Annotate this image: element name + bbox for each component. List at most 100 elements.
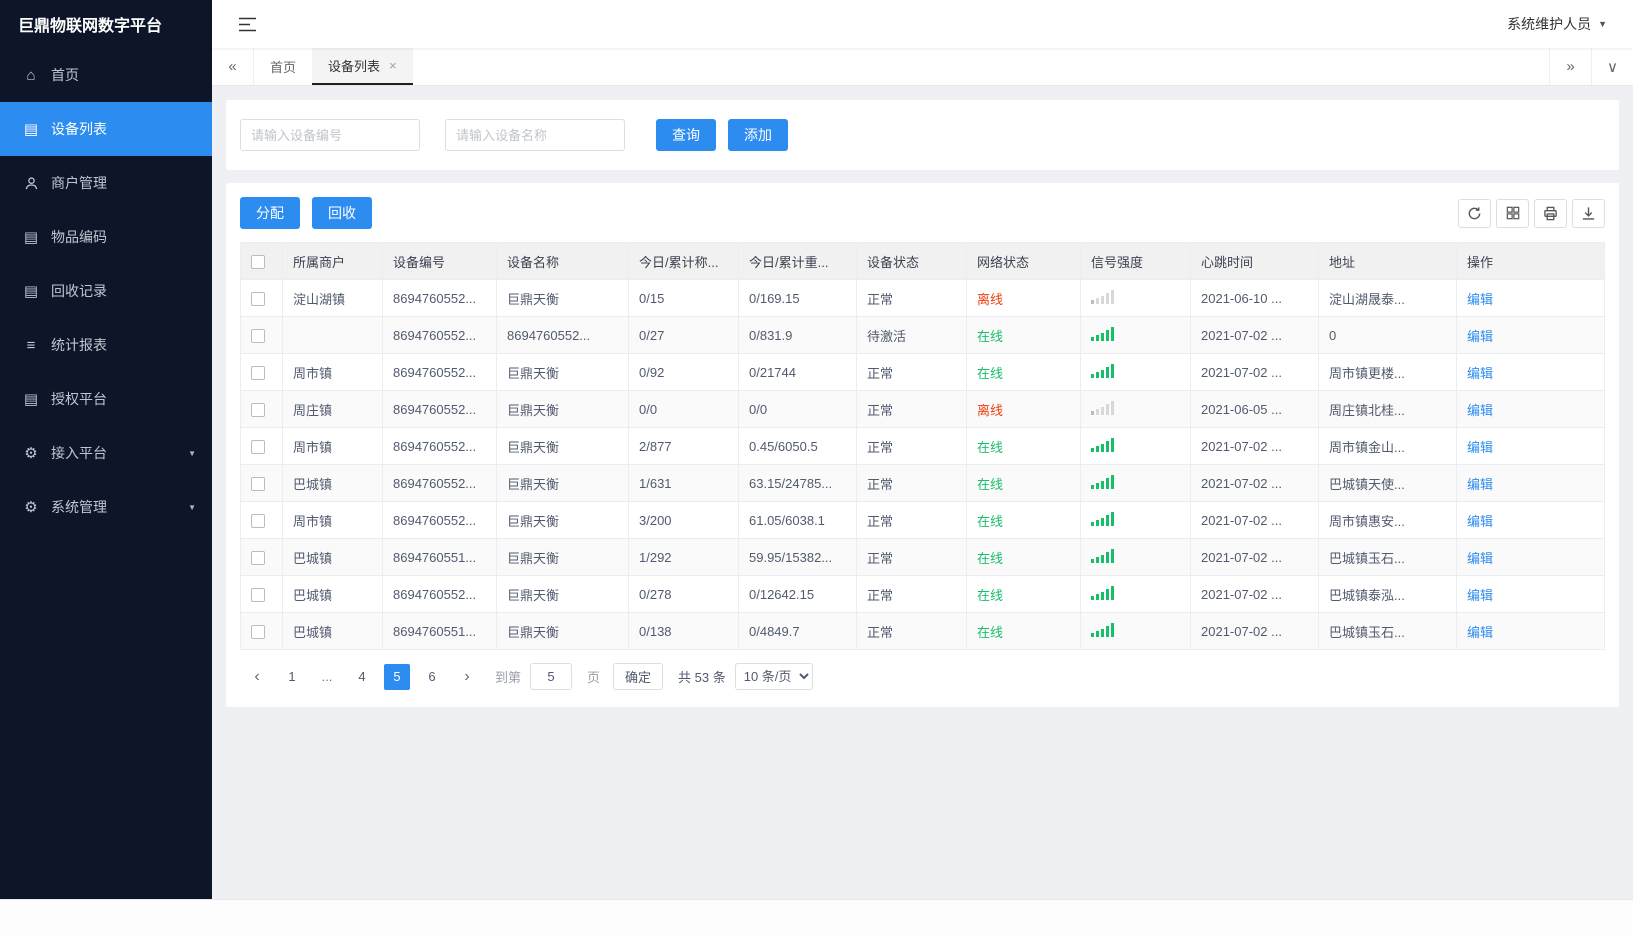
topbar: 系统维护人员 ▼ xyxy=(212,0,1633,48)
tab-label: 设备列表 xyxy=(328,59,381,74)
cell-weight: 0/831.9 xyxy=(738,316,857,354)
close-tab-icon[interactable]: × xyxy=(389,58,397,73)
collapse-sidebar-icon[interactable] xyxy=(236,14,258,34)
user-menu[interactable]: 系统维护人员 ▼ xyxy=(1507,14,1607,34)
cell-weight: 0/4849.7 xyxy=(738,612,857,650)
cell-heartbeat: 2021-07-02 ... xyxy=(1190,575,1319,613)
cell-heartbeat: 2021-06-05 ... xyxy=(1190,390,1319,428)
sidebar-item-home[interactable]: ⌂ 首页 xyxy=(0,48,212,102)
device-number-input[interactable] xyxy=(240,119,420,151)
page-button-6[interactable]: 6 xyxy=(419,663,445,690)
device-name-input[interactable] xyxy=(445,119,625,151)
edit-link[interactable]: 编辑 xyxy=(1467,440,1493,455)
sidebar: 巨鼎物联网数字平台 ⌂ 首页 ▤ 设备列表 商户管理 ▤ 物品编码 ▤ 回收记录… xyxy=(0,0,212,899)
sidebar-item-statistics-report[interactable]: ≡ 统计报表 xyxy=(0,318,212,372)
goto-page-input[interactable] xyxy=(530,663,573,690)
cell-count: 3/200 xyxy=(628,501,739,539)
add-button[interactable]: 添加 xyxy=(728,119,788,151)
cell-device-status: 正常 xyxy=(856,390,967,428)
refresh-button[interactable] xyxy=(1458,198,1491,228)
row-checkbox[interactable] xyxy=(251,513,265,528)
signal-strength-icon xyxy=(1091,326,1114,341)
next-page-button[interactable]: › xyxy=(454,663,480,690)
tabs-scroll-right-button[interactable]: » xyxy=(1549,48,1591,85)
total-count-label: 共 53 条 xyxy=(678,670,726,685)
signal-strength-icon xyxy=(1091,289,1114,304)
cell-device-no: 8694760552... xyxy=(382,353,497,391)
cell-device-no: 8694760552... xyxy=(382,279,497,317)
column-settings-button[interactable] xyxy=(1496,198,1529,228)
cell-device-status: 正常 xyxy=(856,279,967,317)
content-area: 查询 添加 分配 回收 xyxy=(212,86,1633,899)
tabs-options-button[interactable]: ∨ xyxy=(1591,48,1633,85)
edit-link[interactable]: 编辑 xyxy=(1467,292,1493,307)
page-button-5-active[interactable]: 5 xyxy=(384,663,410,690)
row-checkbox[interactable] xyxy=(251,291,265,306)
edit-link[interactable]: 编辑 xyxy=(1467,588,1493,603)
table-row: 巴城镇 8694760552... 巨鼎天衡 1/631 63.15/24785… xyxy=(240,464,1605,502)
sidebar-item-authorization-platform[interactable]: ▤ 授权平台 xyxy=(0,372,212,426)
cell-device-no: 8694760552... xyxy=(382,464,497,502)
main-area: 系统维护人员 ▼ « 首页 设备列表 × » ∨ 请输入设备编号 请输入设备名称… xyxy=(212,0,1633,899)
tabs-scroll-left-button[interactable]: « xyxy=(212,48,254,85)
confirm-page-button[interactable]: 确定 xyxy=(613,663,664,690)
row-checkbox[interactable] xyxy=(251,439,265,454)
print-button[interactable] xyxy=(1534,198,1567,228)
device-table: 所属商户 设备编号 设备名称 今日/累计称... 今日/累计重... 设备状态 … xyxy=(240,242,1605,650)
per-page-select[interactable]: 10 条/页 xyxy=(734,663,813,690)
row-checkbox[interactable] xyxy=(251,550,265,565)
sidebar-item-system-management[interactable]: ⚙ 系统管理 ▼ xyxy=(0,480,212,534)
edit-link[interactable]: 编辑 xyxy=(1467,625,1493,640)
cell-weight: 61.05/6038.1 xyxy=(738,501,857,539)
sidebar-item-access-platform[interactable]: ⚙ 接入平台 ▼ xyxy=(0,426,212,480)
edit-link[interactable]: 编辑 xyxy=(1467,551,1493,566)
row-checkbox[interactable] xyxy=(251,402,265,417)
cell-heartbeat: 2021-07-02 ... xyxy=(1190,612,1319,650)
document-icon: ▤ xyxy=(23,120,39,138)
tab-home[interactable]: 首页 xyxy=(254,48,312,85)
select-all-checkbox[interactable] xyxy=(251,254,265,269)
cell-device-status: 正常 xyxy=(856,501,967,539)
sidebar-item-recycle-records[interactable]: ▤ 回收记录 xyxy=(0,264,212,318)
query-button[interactable]: 查询 xyxy=(656,119,716,151)
network-status-badge: 离线 xyxy=(977,402,1004,418)
row-checkbox[interactable] xyxy=(251,328,265,343)
cell-device-name: 8694760552... xyxy=(496,316,629,354)
table-row: 巴城镇 8694760552... 巨鼎天衡 0/278 0/12642.15 … xyxy=(240,575,1605,613)
sidebar-item-device-list[interactable]: ▤ 设备列表 xyxy=(0,102,212,156)
cell-address: 周市镇金山... xyxy=(1318,427,1457,465)
allocate-button[interactable]: 分配 xyxy=(240,197,300,229)
sidebar-item-label: 接入平台 xyxy=(51,445,107,461)
row-checkbox[interactable] xyxy=(251,476,265,491)
download-button[interactable] xyxy=(1572,198,1605,228)
edit-link[interactable]: 编辑 xyxy=(1467,403,1493,418)
cell-count: 0/138 xyxy=(628,612,739,650)
sidebar-item-label: 首页 xyxy=(51,67,79,83)
cell-count: 0/278 xyxy=(628,575,739,613)
cell-heartbeat: 2021-07-02 ... xyxy=(1190,316,1319,354)
prev-page-button[interactable]: ‹ xyxy=(244,663,270,690)
table-body: 淀山湖镇 8694760552... 巨鼎天衡 0/15 0/169.15 正常… xyxy=(240,279,1605,650)
recycle-button[interactable]: 回收 xyxy=(312,197,372,229)
edit-link[interactable]: 编辑 xyxy=(1467,329,1493,344)
edit-link[interactable]: 编辑 xyxy=(1467,366,1493,381)
tab-device-list[interactable]: 设备列表 × xyxy=(312,48,413,85)
cell-weight: 0/21744 xyxy=(738,353,857,391)
page-button-1[interactable]: 1 xyxy=(279,663,305,690)
sidebar-item-merchant-management[interactable]: 商户管理 xyxy=(0,156,212,210)
edit-link[interactable]: 编辑 xyxy=(1467,514,1493,529)
gear-icon: ⚙ xyxy=(24,498,38,516)
page-button-4[interactable]: 4 xyxy=(349,663,375,690)
row-checkbox[interactable] xyxy=(251,624,265,639)
edit-link[interactable]: 编辑 xyxy=(1467,477,1493,492)
network-status-badge: 在线 xyxy=(977,439,1004,455)
list-icon: ≡ xyxy=(26,336,36,354)
cell-address: 0 xyxy=(1318,316,1457,354)
row-checkbox[interactable] xyxy=(251,365,265,380)
column-header-count: 今日/累计称... xyxy=(628,242,739,280)
tabs: 首页 设备列表 × xyxy=(254,48,413,85)
cell-device-no: 8694760551... xyxy=(382,538,497,576)
signal-strength-icon xyxy=(1091,400,1114,415)
row-checkbox[interactable] xyxy=(251,587,265,602)
sidebar-item-item-coding[interactable]: ▤ 物品编码 xyxy=(0,210,212,264)
